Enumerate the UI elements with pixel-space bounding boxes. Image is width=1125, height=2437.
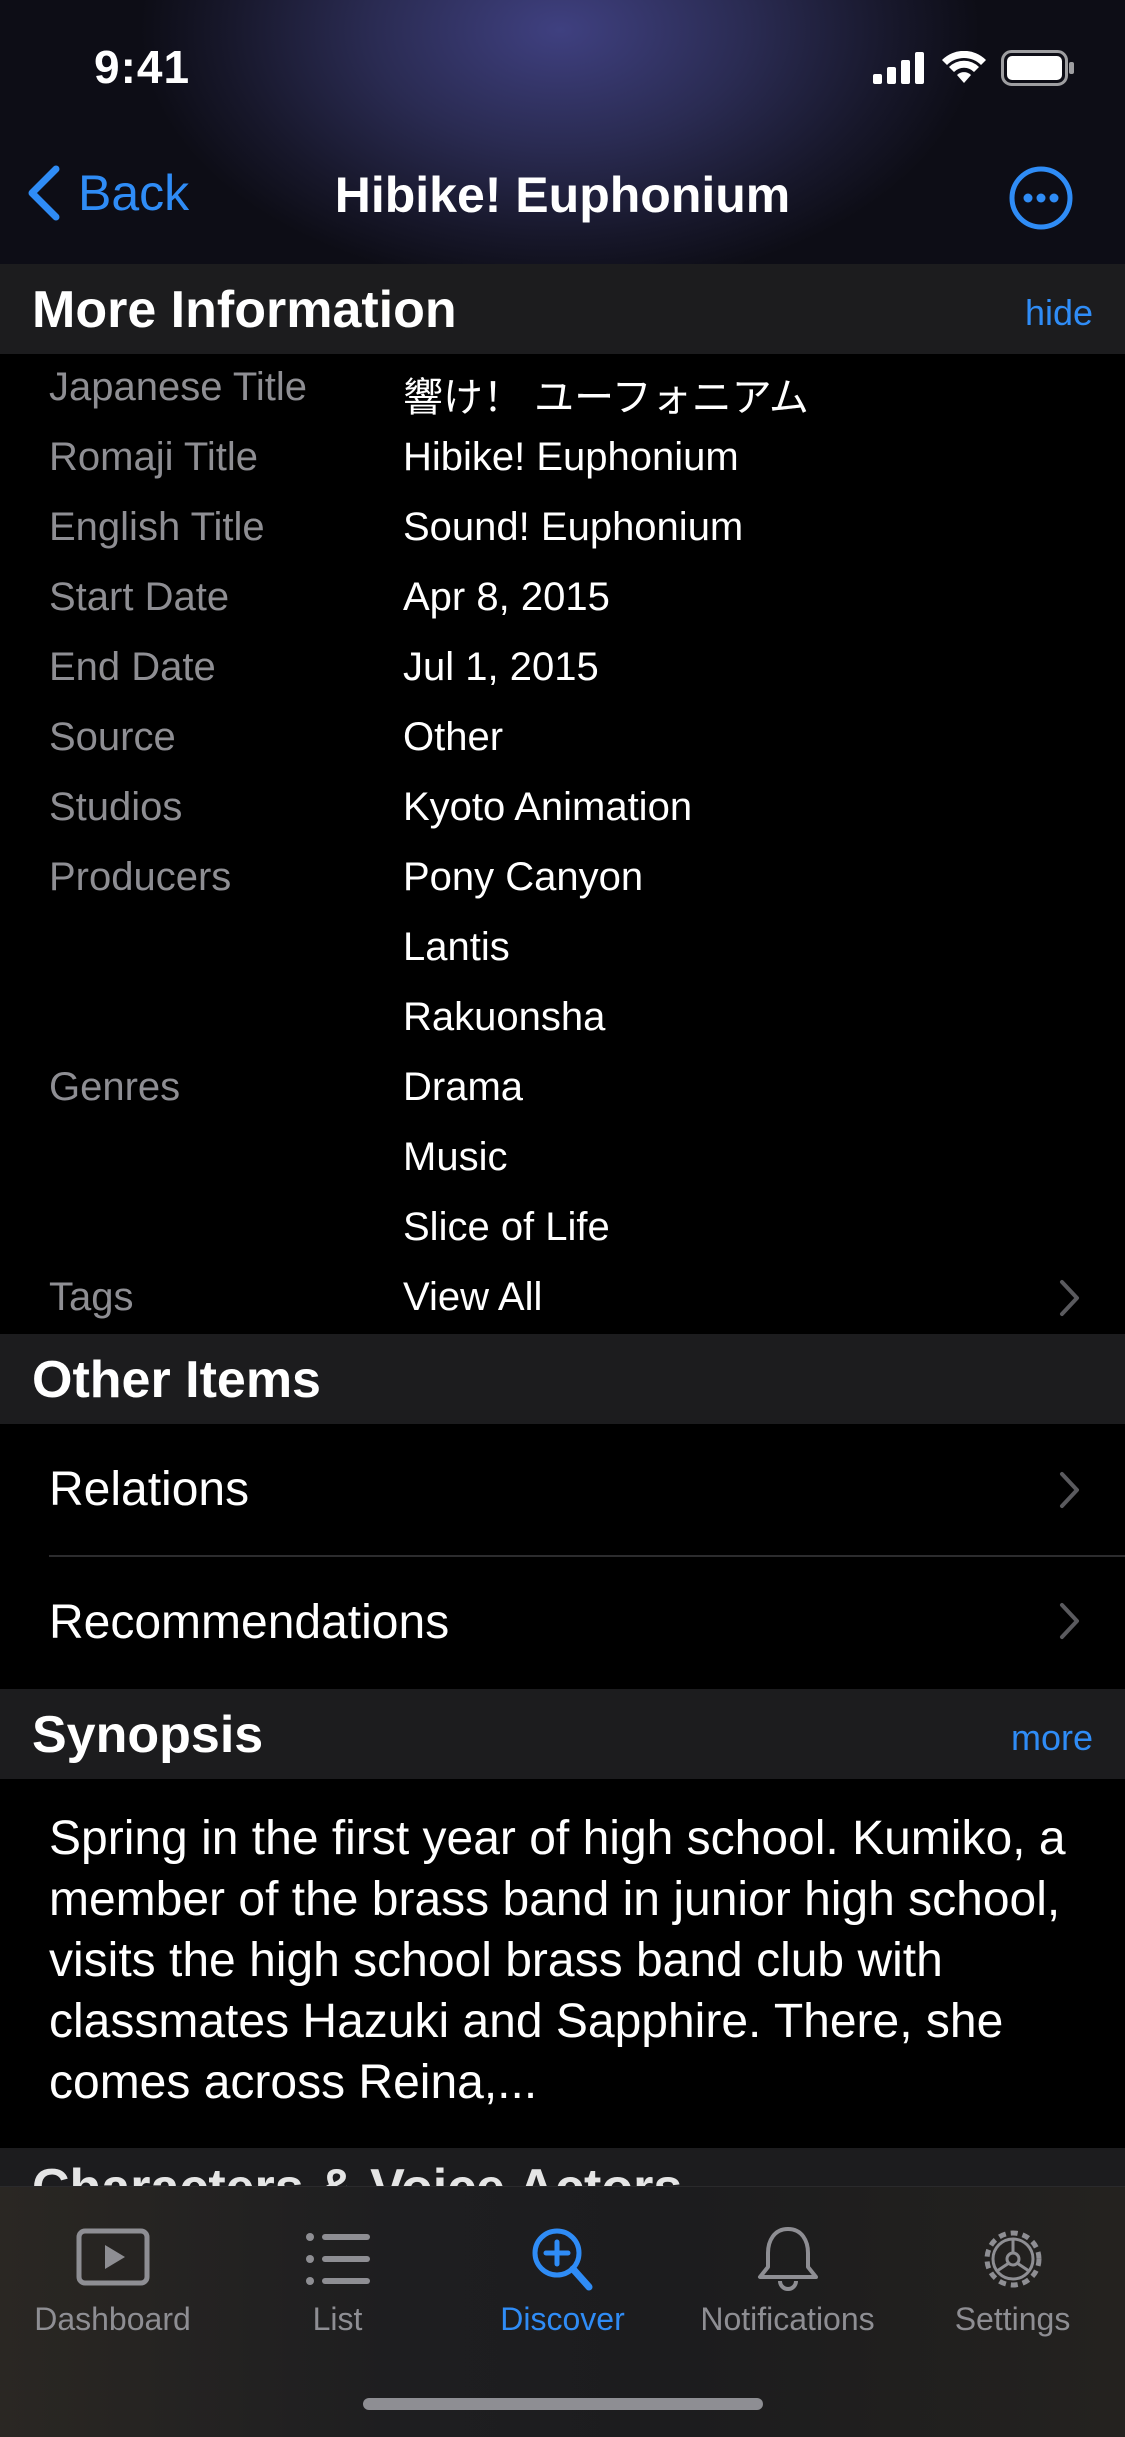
info-label: Studios: [49, 785, 183, 829]
status-icons: [873, 50, 1075, 86]
play-icon: [76, 2228, 149, 2286]
info-label: Tags: [49, 1275, 134, 1319]
tab-label: List: [312, 2301, 363, 2337]
info-value: Kyoto Animation: [403, 785, 693, 829]
tab-discover[interactable]: Discover: [450, 2223, 675, 2338]
synopsis-header: Synopsis more: [0, 1689, 1125, 1779]
info-row: Studios Kyoto Animation: [0, 775, 1125, 845]
chevron-right-icon: [1060, 1603, 1079, 1639]
info-label: Genres: [49, 1065, 181, 1109]
tab-settings[interactable]: Settings: [900, 2223, 1125, 2338]
wifi-icon: [942, 51, 986, 83]
navigation-bar: 9:41 Back Hibike! Euphonium: [0, 0, 1125, 264]
info-row: Source Other: [0, 705, 1125, 775]
info-value: Pony Canyon: [403, 855, 644, 899]
section-title: Synopsis: [32, 1706, 264, 1764]
info-row: English Title Sound! Euphonium: [0, 495, 1125, 565]
info-value: Rakuonsha: [403, 995, 606, 1039]
tab-label: Settings: [954, 2301, 1071, 2337]
info-label: Producers: [49, 855, 232, 899]
magnifier-plus-icon: [532, 2228, 592, 2291]
info-value: Hibike! Euphonium: [403, 435, 739, 479]
battery-icon: [1001, 50, 1074, 86]
relations-label: Relations: [49, 1463, 250, 1516]
other-items-header: Other Items: [0, 1334, 1125, 1424]
recommendations-row[interactable]: Recommendations: [0, 1557, 1125, 1689]
tab-label: Discover: [500, 2301, 625, 2337]
gear-icon: [984, 2230, 1041, 2288]
info-value: Lantis: [403, 925, 510, 969]
tab-label: Notifications: [700, 2301, 875, 2337]
info-value: Sound! Euphonium: [403, 505, 744, 549]
info-row: Japanese Title 響け！ ユーフォニアム: [0, 355, 1125, 425]
info-list: Japanese Title 響け！ ユーフォニアム Romaji Title …: [0, 355, 1125, 1335]
tab-notifications[interactable]: Notifications: [675, 2223, 900, 2338]
status-time: 9:41: [94, 41, 191, 93]
page-title: Hibike! Euphonium: [334, 167, 791, 223]
section-title: Other Items: [32, 1351, 321, 1409]
info-row: End Date Jul 1, 2015: [0, 635, 1125, 705]
info-label: Start Date: [49, 575, 230, 619]
chevron-right-icon: [1060, 1280, 1079, 1316]
more-information-header: More Information hide: [0, 264, 1125, 354]
signal-icon: [873, 52, 924, 84]
hide-button[interactable]: hide: [1025, 292, 1093, 334]
more-button[interactable]: more: [1011, 1717, 1093, 1759]
bell-icon: [757, 2227, 818, 2291]
more-options-icon[interactable]: [1009, 166, 1073, 230]
recommendations-label: Recommendations: [49, 1596, 450, 1649]
info-label: Source: [49, 715, 176, 759]
tab-list[interactable]: List: [225, 2223, 450, 2338]
info-row: Rakuonsha: [0, 985, 1125, 1055]
synopsis-text: Spring in the first year of high school.…: [49, 1812, 1066, 2109]
info-value: Jul 1, 2015: [403, 645, 599, 689]
info-label: Romaji Title: [49, 435, 258, 479]
info-row: Slice of Life: [0, 1195, 1125, 1265]
view-all-tags-link[interactable]: View All: [403, 1275, 542, 1320]
info-row: Lantis: [0, 915, 1125, 985]
info-row: Genres Drama: [0, 1055, 1125, 1125]
info-row: Music: [0, 1125, 1125, 1195]
tab-dashboard[interactable]: Dashboard: [0, 2223, 225, 2338]
info-value: Drama: [403, 1065, 524, 1109]
tags-row[interactable]: Tags View All: [0, 1265, 1125, 1335]
info-value: Other: [403, 715, 504, 759]
section-title: More Information: [32, 281, 457, 339]
tab-label: Dashboard: [34, 2301, 191, 2337]
info-value: Slice of Life: [403, 1205, 610, 1249]
info-value: Music: [403, 1135, 508, 1179]
info-row: Romaji Title Hibike! Euphonium: [0, 425, 1125, 495]
info-value: 響け！ ユーフォニアム: [403, 376, 809, 420]
list-icon: [305, 2233, 370, 2285]
relations-row[interactable]: Relations: [0, 1424, 1125, 1556]
info-row: Producers Pony Canyon: [0, 845, 1125, 915]
info-label: Japanese Title: [49, 365, 307, 409]
info-row: Start Date Apr 8, 2015: [0, 565, 1125, 635]
chevron-right-icon: [1060, 1472, 1079, 1508]
info-label: English Title: [49, 505, 265, 549]
info-value: Apr 8, 2015: [403, 575, 610, 619]
info-label: End Date: [49, 645, 216, 689]
home-indicator: [363, 2398, 763, 2410]
